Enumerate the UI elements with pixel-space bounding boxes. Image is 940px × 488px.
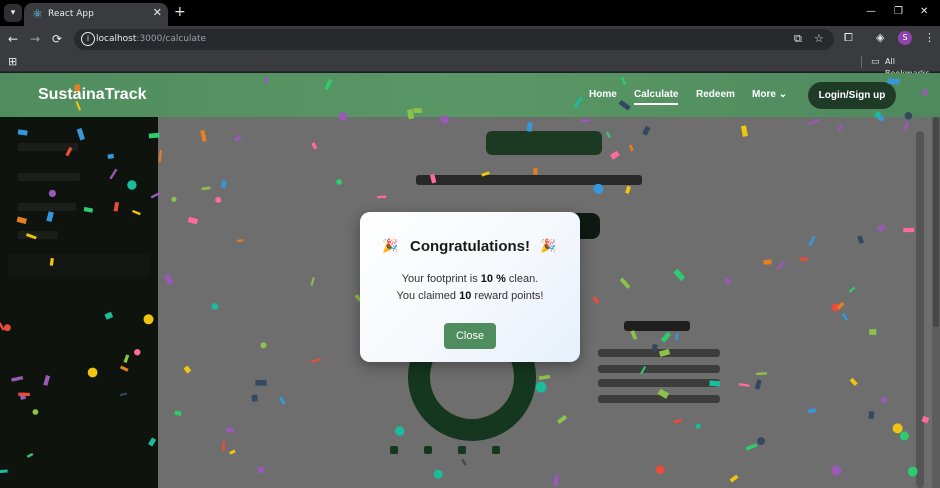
footprint-percent: 10 % — [480, 273, 506, 285]
window-close-icon[interactable]: ✕ — [920, 5, 928, 19]
reward-message: You claimed 10 reward points! — [396, 290, 544, 302]
minimize-icon[interactable]: — — [866, 5, 876, 19]
tab-title: React App — [48, 9, 94, 19]
congrats-modal: 🎉 Congratulations! 🎉 Your footprint is 1… — [360, 212, 580, 362]
install-app-icon[interactable]: ⧉ — [794, 32, 802, 46]
bookmarks-bar: ⊞ ▭ All Bookmarks — [0, 52, 940, 78]
reload-icon[interactable]: ⟳ — [52, 32, 62, 46]
nav-link-redeem[interactable]: Redeem — [696, 89, 735, 101]
browser-menu-icon[interactable]: ⋮ — [924, 31, 935, 45]
party-popper-icon: 🎉 — [540, 239, 557, 254]
extension-shield-icon[interactable]: ◈ — [876, 31, 884, 45]
close-button[interactable]: Close — [444, 323, 496, 349]
site-brand[interactable]: SustainaTrack — [38, 86, 147, 104]
extensions-icon[interactable]: ⧠ — [844, 31, 853, 45]
nav-link-more[interactable]: More ⌄ — [752, 89, 787, 101]
footprint-message: Your footprint is 10 % clean. — [401, 273, 539, 285]
site-info-icon[interactable]: i — [81, 32, 95, 46]
modal-title: Congratulations! — [410, 238, 530, 255]
new-tab-icon[interactable]: + — [174, 5, 186, 19]
web-page: SustainaTrack Home Calculate Redeem More… — [0, 73, 940, 488]
nav-link-calculate[interactable]: Calculate — [634, 89, 679, 105]
party-popper-icon: 🎉 — [382, 239, 399, 254]
bookmarks-divider — [861, 56, 862, 68]
tab-close-icon[interactable]: ✕ — [153, 6, 162, 20]
tab-search-icon[interactable]: ▾ — [4, 4, 22, 22]
nav-more-label: More — [752, 89, 776, 100]
apps-grid-icon[interactable]: ⊞ — [8, 56, 17, 68]
profile-avatar[interactable]: S — [898, 31, 912, 45]
react-favicon-icon: ⚛ — [32, 7, 43, 21]
bookmark-star-icon[interactable]: ☆ — [814, 32, 824, 46]
url-text: localhost:3000/calculate — [96, 34, 207, 44]
forward-icon[interactable]: → — [30, 32, 40, 46]
chevron-down-icon: ⌄ — [778, 89, 788, 100]
browser-toolbar: ← → ⟳ i localhost:3000/calculate ⧉ ☆ ⧠ ◈… — [0, 26, 940, 52]
folder-icon: ▭ — [871, 57, 880, 67]
back-icon[interactable]: ← — [8, 32, 18, 46]
address-bar[interactable]: i localhost:3000/calculate ⧉ ☆ — [74, 29, 834, 50]
restore-icon[interactable]: ❐ — [894, 5, 903, 19]
browser-tab[interactable]: ⚛ React App ✕ — [24, 3, 168, 26]
nav-link-home[interactable]: Home — [589, 89, 617, 101]
reward-points: 10 — [459, 290, 472, 302]
site-navbar: SustainaTrack Home Calculate Redeem More… — [0, 73, 940, 117]
browser-tabstrip: ▾ ⚛ React App ✕ + — ❐ ✕ — [0, 0, 940, 26]
login-signup-button[interactable]: Login/Sign up — [808, 82, 896, 109]
